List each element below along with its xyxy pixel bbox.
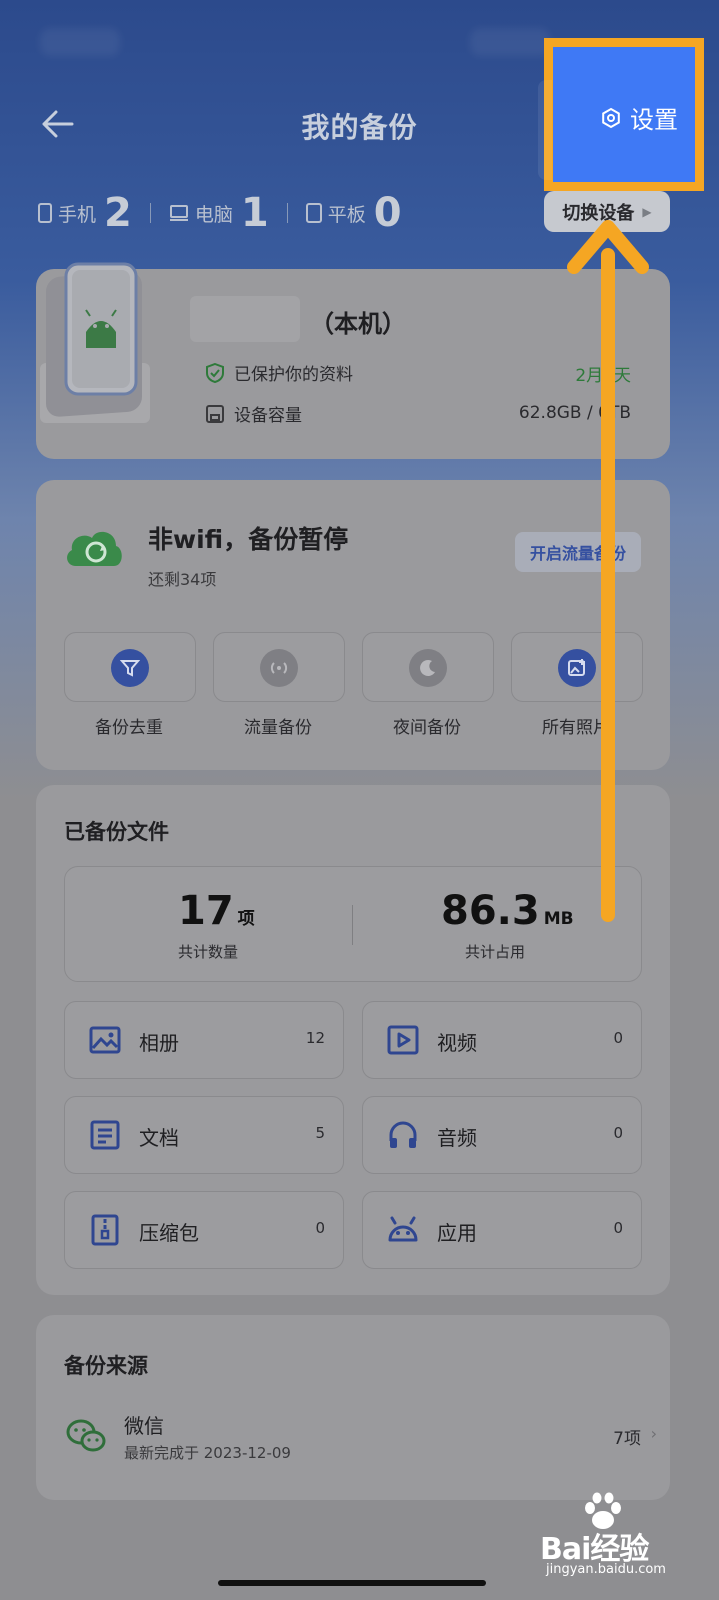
divider [149, 203, 151, 223]
storage-icon [206, 404, 224, 423]
feature-cellular[interactable] [213, 632, 345, 702]
device-count-phone[interactable]: 手机 2 [38, 190, 132, 236]
document-icon [90, 1120, 120, 1150]
home-indicator[interactable] [218, 1580, 486, 1586]
file-category-album[interactable]: 相册 12 [64, 1001, 344, 1079]
baidu-jingyan-watermark: Bai经验 jingyan.baidu.com [540, 1490, 710, 1580]
settings-button[interactable]: 设置 [538, 38, 704, 191]
protected-row: 已保护你的资料 [206, 360, 353, 385]
capacity-row: 设备容量 [206, 401, 302, 426]
phone-illustration-icon [40, 262, 150, 423]
gear-icon [602, 107, 620, 128]
signal-icon [260, 649, 298, 687]
source-wechat-subtitle: 最新完成于 2023-12-09 [124, 1444, 291, 1462]
filter-icon [111, 649, 149, 687]
shield-check-icon [206, 362, 224, 383]
divider [286, 203, 288, 223]
annotation-arrow-icon [567, 220, 649, 922]
moon-icon [409, 649, 447, 687]
wechat-icon [66, 1419, 106, 1452]
cloud-sync-icon [67, 531, 122, 566]
divider [352, 905, 353, 945]
phone-icon [38, 203, 52, 223]
chevron-right-icon[interactable]: › [651, 1424, 657, 1443]
feature-dedup[interactable] [64, 632, 196, 702]
android-icon [388, 1216, 418, 1242]
backup-status-title: 非wifi，备份暂停 [148, 525, 349, 554]
file-category-zip[interactable]: 压缩包 0 [64, 1191, 344, 1269]
file-category-document[interactable]: 文档 5 [64, 1096, 344, 1174]
feature-night-label: 夜间备份 [393, 718, 461, 738]
sources-section-title: 备份来源 [64, 1354, 148, 1378]
album-icon [89, 1026, 121, 1054]
file-category-app[interactable]: 应用 0 [362, 1191, 642, 1269]
tablet-icon [305, 203, 322, 223]
device-count-computer[interactable]: 电脑 1 [169, 190, 269, 236]
device-name-redacted [190, 296, 300, 342]
status-bar-right [470, 28, 550, 56]
file-category-video[interactable]: 视频 0 [362, 1001, 642, 1079]
status-bar-left [40, 28, 120, 56]
total-count: 17 项 [178, 888, 255, 934]
total-count-label: 共计数量 [178, 943, 239, 961]
source-wechat-count[interactable]: 7项 [613, 1424, 641, 1449]
video-icon [387, 1025, 419, 1055]
feature-night[interactable] [362, 632, 494, 702]
file-category-audio[interactable]: 音频 0 [362, 1096, 642, 1174]
backed-up-section-title: 已备份文件 [64, 820, 169, 844]
device-count-tablet[interactable]: 平板 0 [305, 190, 402, 236]
backup-remaining: 还剩34项 [148, 570, 217, 589]
device-counts: 手机 2 电脑 1 平板 0 [38, 190, 420, 236]
total-size: 86.3 MB [441, 888, 574, 934]
source-wechat-name[interactable]: 微信 [124, 1410, 164, 1439]
computer-icon [169, 205, 188, 221]
device-local-label: （本机） [310, 310, 406, 338]
settings-label: 设置 [630, 106, 678, 134]
headphones-icon [389, 1121, 417, 1148]
zip-icon [91, 1214, 119, 1246]
total-size-label: 共计占用 [465, 943, 526, 961]
feature-dedup-label: 备份去重 [95, 718, 163, 738]
backup-sources-card [36, 1315, 670, 1500]
feature-cellular-label: 流量备份 [244, 718, 312, 738]
